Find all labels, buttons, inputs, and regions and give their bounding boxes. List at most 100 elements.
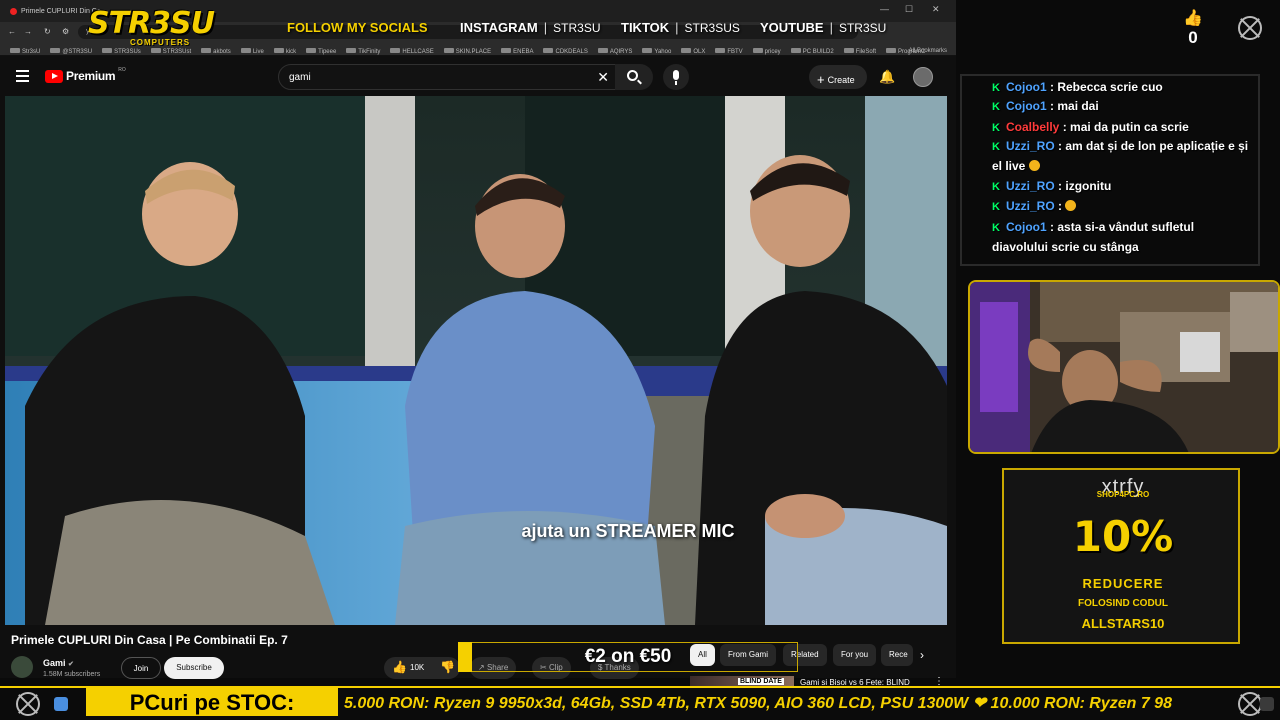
bookmark-item[interactable]: Str3sU bbox=[5, 45, 45, 55]
bookmark-item[interactable]: kick bbox=[269, 45, 301, 55]
reload-icon[interactable]: ↻ bbox=[44, 27, 51, 36]
bookmark-label: ENEBA bbox=[513, 49, 534, 55]
ad-folosind: FOLOSIND CODUL bbox=[1078, 598, 1168, 609]
video-player[interactable] bbox=[5, 96, 947, 625]
bookmark-favicon-icon bbox=[346, 48, 357, 53]
bookmark-item[interactable]: @STR3SU bbox=[45, 45, 97, 55]
chat-text: mai dai bbox=[1057, 99, 1099, 113]
like-dislike-pill[interactable]: 👍 10K 👎 bbox=[384, 657, 460, 679]
corner-logo-icon bbox=[1238, 692, 1262, 716]
video-like-count: 10K bbox=[410, 663, 425, 672]
bookmark-label: TikFinity bbox=[358, 49, 381, 55]
hamburger-menu-icon[interactable] bbox=[16, 70, 29, 82]
bookmark-favicon-icon bbox=[752, 48, 763, 53]
bookmark-favicon-icon bbox=[306, 48, 317, 53]
bookmark-label: STR3SUst bbox=[162, 49, 192, 55]
account-avatar[interactable] bbox=[913, 67, 933, 87]
subscribe-button[interactable]: Subscribe bbox=[164, 657, 224, 679]
logo-word: Premium bbox=[66, 69, 116, 83]
voice-search-icon[interactable] bbox=[663, 64, 689, 90]
stream-screen: Primele CUPLURI Din Ca — ☐ ✕ ← → ↻ ⚙ you… bbox=[0, 0, 1280, 720]
bookmark-item[interactable]: Live bbox=[236, 45, 269, 55]
bookmark-item[interactable]: Tipeee bbox=[301, 45, 341, 55]
url-field[interactable]: you bbox=[78, 25, 858, 39]
channel-avatar[interactable] bbox=[11, 656, 33, 678]
kick-icon: K bbox=[992, 82, 1000, 94]
bookmark-label: Tipeee bbox=[318, 49, 337, 55]
taskbar-icon[interactable] bbox=[1260, 697, 1274, 711]
chat-message: K Cojoo1 : asta si-a vândut sufletul diav… bbox=[992, 220, 1195, 254]
search-button[interactable] bbox=[615, 64, 653, 90]
video-frame bbox=[5, 96, 947, 625]
bookmark-item[interactable]: STR3SUst bbox=[146, 45, 196, 55]
bookmark-item[interactable]: PC BUILD2 bbox=[786, 45, 839, 55]
all-bookmarks-button[interactable]: All Bookmarks bbox=[904, 45, 952, 54]
bookmark-item[interactable]: Yahoo bbox=[637, 45, 676, 55]
webcam-image bbox=[970, 282, 1278, 452]
bookmark-item[interactable]: SKIN.PLACE bbox=[439, 45, 496, 55]
webcam-feed bbox=[968, 280, 1280, 454]
chat-text: mai da putin ca scrie bbox=[1070, 120, 1189, 134]
bookmark-item[interactable]: FBTV bbox=[710, 45, 747, 55]
channel-name[interactable]: Gami ✔ bbox=[43, 658, 74, 668]
bookmark-favicon-icon bbox=[102, 48, 113, 53]
browser-tab-bar: Primele CUPLURI Din Ca — ☐ ✕ bbox=[0, 0, 956, 22]
site-info-icon[interactable]: ⚙ bbox=[62, 27, 69, 36]
forward-icon[interactable]: → bbox=[24, 27, 32, 36]
bookmark-favicon-icon bbox=[443, 48, 454, 53]
bookmark-item[interactable]: HELLCASE bbox=[385, 45, 438, 55]
back-icon[interactable]: ← bbox=[8, 27, 16, 36]
create-button[interactable]: + Create bbox=[809, 65, 867, 89]
minimize-icon[interactable]: — bbox=[880, 4, 889, 14]
bookmark-item[interactable]: STR3SUs bbox=[97, 45, 146, 55]
chat-user: Uzzi_RO bbox=[1006, 179, 1055, 193]
dislike-icon[interactable]: 👎 bbox=[440, 660, 455, 674]
ticker-bar: PCuri pe STOC: 5.000 RON: Ryzen 9 9950x3… bbox=[0, 688, 1280, 720]
bookmark-favicon-icon bbox=[390, 48, 401, 53]
like-icon[interactable]: 👍 bbox=[392, 660, 407, 674]
bookmark-favicon-icon bbox=[201, 48, 212, 53]
verified-icon: ✔ bbox=[68, 661, 74, 668]
bookmark-item[interactable]: AQIRYS bbox=[593, 45, 638, 55]
chip-for-you[interactable]: For you bbox=[833, 644, 877, 666]
plus-icon: + bbox=[817, 72, 825, 87]
chevron-right-icon[interactable]: › bbox=[920, 648, 924, 662]
bookmark-label: @STR3SU bbox=[62, 49, 93, 55]
bookmark-item[interactable]: TikFinity bbox=[341, 45, 385, 55]
bookmark-label: FBTV bbox=[727, 49, 743, 55]
maximize-icon[interactable]: ☐ bbox=[905, 4, 913, 15]
related-badge: BLIND DATE bbox=[738, 678, 784, 685]
bookmark-item[interactable]: CDKDEALS bbox=[538, 45, 592, 55]
like-counter: 👍 0 bbox=[1182, 8, 1204, 48]
corner-logo-icon bbox=[16, 692, 40, 716]
kick-icon: K bbox=[992, 101, 1000, 113]
bookmark-item[interactable]: pricey bbox=[748, 45, 786, 55]
bookmark-favicon-icon bbox=[790, 48, 801, 53]
browser-tab[interactable]: Primele CUPLURI Din Ca bbox=[10, 3, 101, 19]
join-button[interactable]: Join bbox=[121, 657, 161, 679]
bookmark-item[interactable]: OLX bbox=[676, 45, 710, 55]
bookmark-favicon-icon bbox=[886, 48, 897, 53]
chat-user: Cojoo1 bbox=[1006, 220, 1047, 234]
close-window-icon[interactable]: ✕ bbox=[932, 4, 940, 15]
ticker-label: PCuri pe STOC: bbox=[86, 688, 338, 716]
kick-icon: K bbox=[992, 201, 1000, 213]
kick-icon: K bbox=[992, 181, 1000, 193]
channel-name-text: Gami bbox=[43, 658, 66, 668]
notifications-bell-icon[interactable]: 🔔 bbox=[879, 69, 895, 85]
chat-message: K Uzzi_RO : bbox=[992, 197, 1252, 217]
bookmark-item[interactable]: ENEBA bbox=[496, 45, 538, 55]
search-input[interactable]: gami ✕ bbox=[278, 64, 618, 90]
clear-search-icon[interactable]: ✕ bbox=[597, 69, 609, 86]
chat-message: K Uzzi_RO : am dat și de lon pe aplicație… bbox=[992, 139, 1249, 173]
chip-recent[interactable]: Rece bbox=[881, 644, 913, 666]
chrome-taskbar-icon[interactable] bbox=[54, 697, 68, 711]
sponsor-ad: xtrfy SHOP4PC.RO 10% REDUCERE FOLOSIND C… bbox=[1002, 468, 1240, 644]
bookmark-label: kick bbox=[285, 49, 297, 55]
bookmark-label: OLX bbox=[693, 49, 706, 55]
bookmark-label: akbots bbox=[213, 49, 231, 55]
bookmark-item[interactable]: FileSoft bbox=[839, 45, 881, 55]
youtube-logo[interactable]: Premium RO bbox=[45, 67, 126, 83]
bookmark-item[interactable]: akbots bbox=[196, 45, 236, 55]
like-count: 0 bbox=[1188, 28, 1198, 47]
